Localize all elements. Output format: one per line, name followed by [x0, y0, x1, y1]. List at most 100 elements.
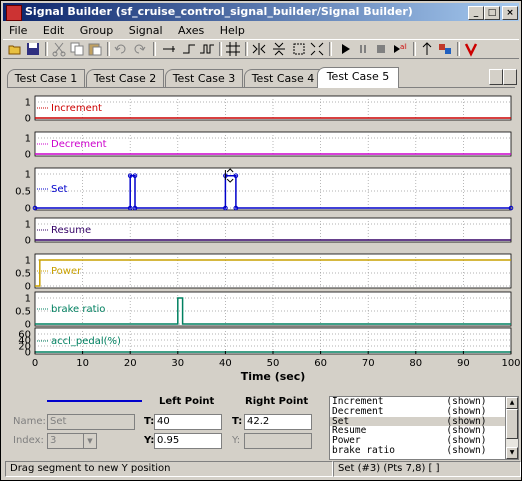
signal-list-item[interactable]: brake ratio (shown)	[330, 446, 505, 456]
right-t-input[interactable]: 42.2	[244, 414, 312, 430]
signal-list[interactable]: Increment (shown) Decrement (shown) Set (s…	[329, 396, 506, 460]
signal-name-label: Increment	[51, 103, 102, 114]
tab-test-case-4[interactable]: Test Case 4	[244, 69, 322, 87]
y-tick-label: 0.5	[15, 307, 31, 318]
menu-signal[interactable]: Signal	[123, 22, 169, 39]
y-tick-label: 0	[25, 114, 31, 125]
y-tick-label: 0.5	[15, 187, 31, 198]
menu-file[interactable]: File	[3, 22, 33, 39]
menu-help[interactable]: Help	[214, 22, 251, 39]
status-message: Drag segment to new Y position	[5, 461, 333, 477]
record-icon[interactable]: all	[391, 41, 408, 57]
y-tick-label: 1	[25, 256, 31, 267]
index-label: Index:	[13, 435, 44, 446]
scroll-thumb[interactable]	[506, 409, 518, 439]
tab-test-case-2[interactable]: Test Case 2	[86, 69, 164, 87]
x-tick-label: 0	[32, 358, 38, 369]
save-icon[interactable]	[25, 41, 41, 57]
window-title: Signal Builder (sf_cruise_control_signal…	[25, 5, 413, 18]
verify-icon[interactable]	[463, 41, 479, 57]
status-selection: Set (#3) (Pts 7,8) [ ]	[333, 461, 521, 477]
signal-name-label: accl_pedal(%)	[51, 336, 121, 347]
app-icon	[6, 5, 22, 21]
svg-text:all: all	[400, 43, 407, 51]
undo-icon[interactable]	[113, 41, 129, 57]
zoom-x-icon[interactable]	[251, 41, 267, 57]
right-t-label: T:	[232, 416, 243, 427]
right-y-input[interactable]	[244, 433, 312, 449]
menu-group[interactable]: Group	[74, 22, 120, 39]
x-tick-label: 30	[171, 358, 184, 369]
x-tick-label: 70	[362, 358, 375, 369]
left-point-heading: Left Point	[159, 396, 215, 407]
close-button[interactable]: ×	[502, 6, 518, 20]
signal-name-label: Resume	[51, 225, 91, 236]
scroll-down-icon[interactable]: ▼	[506, 447, 518, 459]
y-tick-label: 1	[25, 170, 31, 181]
signal-axis-box	[34, 291, 512, 327]
cut-icon[interactable]	[51, 41, 67, 57]
y-tick-label: 0	[25, 348, 31, 359]
grid-icon[interactable]	[225, 41, 241, 57]
tab-test-case-3[interactable]: Test Case 3	[165, 69, 243, 87]
title-bar[interactable]: Signal Builder (sf_cruise_control_signal…	[3, 3, 519, 21]
copy-icon[interactable]	[69, 41, 85, 57]
status-bar: Drag segment to new Y position Set (#3) …	[3, 461, 521, 477]
step-right-icon[interactable]	[161, 41, 177, 57]
name-field[interactable]: Set	[47, 414, 135, 430]
signal-name-label: Decrement	[51, 139, 107, 150]
signal-builder-window: Signal Builder (sf_cruise_control_signal…	[0, 0, 522, 481]
selected-signal-line-sample	[47, 400, 142, 402]
pause-icon[interactable]	[355, 41, 371, 57]
toolbar: all	[3, 39, 519, 59]
tab-test-case-1[interactable]: Test Case 1	[7, 69, 85, 87]
x-tick-label: 20	[124, 358, 137, 369]
stop-icon[interactable]	[373, 41, 389, 57]
x-tick-label: 90	[457, 358, 470, 369]
tab-scroll-right-button[interactable]	[503, 69, 517, 85]
right-y-label: Y:	[232, 435, 241, 446]
signal-name-label: Power	[51, 266, 82, 277]
y-tick-label: 1	[25, 98, 31, 109]
maximize-button[interactable]: □	[484, 6, 500, 20]
paste-icon[interactable]	[87, 41, 103, 57]
x-tick-label: 80	[409, 358, 422, 369]
y-tick-label: 0	[25, 282, 31, 293]
minimize-button[interactable]: _	[468, 6, 484, 20]
x-tick-label: 40	[219, 358, 232, 369]
toggle-icon[interactable]	[419, 41, 435, 57]
y-tick-label: 0	[25, 204, 31, 215]
x-tick-label: 50	[267, 358, 280, 369]
left-t-input[interactable]: 40	[154, 414, 222, 430]
tab-test-case-5[interactable]: Test Case 5	[317, 67, 399, 88]
zoom-y-icon[interactable]	[271, 41, 287, 57]
pulse-icon[interactable]	[199, 41, 215, 57]
scroll-up-icon[interactable]: ▲	[506, 397, 518, 409]
open-icon[interactable]	[7, 41, 23, 57]
simulink-icon[interactable]	[437, 41, 453, 57]
signal-list-scrollbar[interactable]: ▲ ▼	[505, 396, 519, 460]
y-tick-label: 0.5	[15, 269, 31, 280]
y-tick-label: 1	[25, 220, 31, 231]
tab-scroll-left-button[interactable]	[489, 69, 503, 85]
signal-name-label: Set	[51, 184, 68, 195]
signal-axes-svg[interactable]: 10Increment10Decrement10.50Set10Resume10…	[1, 88, 521, 388]
y-tick-label: 0	[25, 236, 31, 247]
y-tick-label: 1	[25, 294, 31, 305]
index-select[interactable]: 3	[47, 433, 85, 449]
left-t-label: T:	[144, 416, 155, 427]
chevron-down-icon[interactable]: ▼	[83, 433, 97, 449]
menu-edit[interactable]: Edit	[37, 22, 70, 39]
zoom-box-icon[interactable]	[291, 41, 307, 57]
signal-plot-area[interactable]: 1 0 Increment 1 0 Decrement 1 0.5 0 Set 1 0 Resume 1 0…	[1, 88, 521, 388]
menu-axes[interactable]: Axes	[172, 22, 210, 39]
x-tick-label: 10	[76, 358, 89, 369]
x-tick-label: 100	[501, 358, 520, 369]
left-y-input[interactable]: 0.95	[154, 433, 222, 449]
fit-icon[interactable]	[309, 41, 325, 57]
step-up-icon[interactable]	[181, 41, 197, 57]
signal-axis-box	[34, 253, 512, 289]
menu-bar: File Edit Group Signal Axes Help	[3, 22, 519, 39]
redo-icon[interactable]	[131, 41, 147, 57]
play-icon[interactable]	[337, 41, 353, 57]
